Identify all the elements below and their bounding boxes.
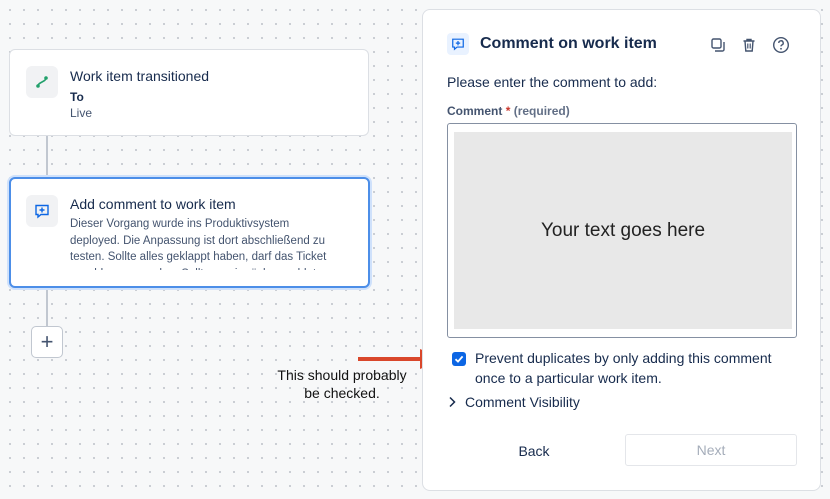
node-description: Dieser Vorgang wurde ins Produktivsystem…	[70, 218, 327, 270]
plus-icon: +	[40, 329, 54, 354]
required-mark: *	[505, 104, 511, 118]
comment-add-icon	[26, 195, 58, 227]
help-icon[interactable]	[772, 36, 790, 54]
prevent-duplicates-label[interactable]: Prevent duplicates by only adding this c…	[475, 348, 805, 388]
panel-prompt: Please enter the comment to add:	[447, 74, 658, 90]
check-icon	[454, 355, 464, 363]
comment-visibility-toggle[interactable]: Comment Visibility	[447, 394, 580, 410]
trigger-node[interactable]: Work item transitioned To Live	[9, 49, 369, 136]
action-node[interactable]: Add comment to work item Dieser Vorgang …	[9, 177, 370, 288]
node-title: Work item transitioned	[70, 68, 210, 84]
comment-field-label: Comment * (required)	[447, 104, 570, 118]
comment-add-icon	[447, 33, 469, 55]
node-field-value: Live	[70, 106, 93, 120]
prevent-duplicates-checkbox[interactable]	[452, 352, 466, 366]
transition-icon	[26, 66, 58, 98]
config-panel: Comment on work item Please enter the co…	[422, 9, 821, 491]
panel-title: Comment on work item	[480, 35, 657, 52]
node-field-label: To	[70, 90, 84, 104]
required-text: (required)	[513, 104, 570, 118]
add-step-button[interactable]: +	[31, 326, 63, 358]
comment-textarea[interactable]: Your text goes here	[447, 123, 797, 338]
trash-icon[interactable]	[740, 36, 758, 54]
chevron-right-icon	[449, 396, 456, 408]
connector-line	[46, 288, 48, 326]
next-button[interactable]: Next	[625, 434, 797, 466]
annotation-text: This should probably be checked.	[277, 367, 407, 401]
connector-line	[46, 136, 48, 178]
node-title: Add comment to work item	[70, 196, 236, 212]
duplicate-icon[interactable]	[709, 36, 727, 54]
back-button[interactable]: Back	[459, 435, 609, 467]
comment-placeholder: Your text goes here	[454, 132, 792, 329]
comment-visibility-label: Comment Visibility	[465, 394, 580, 410]
